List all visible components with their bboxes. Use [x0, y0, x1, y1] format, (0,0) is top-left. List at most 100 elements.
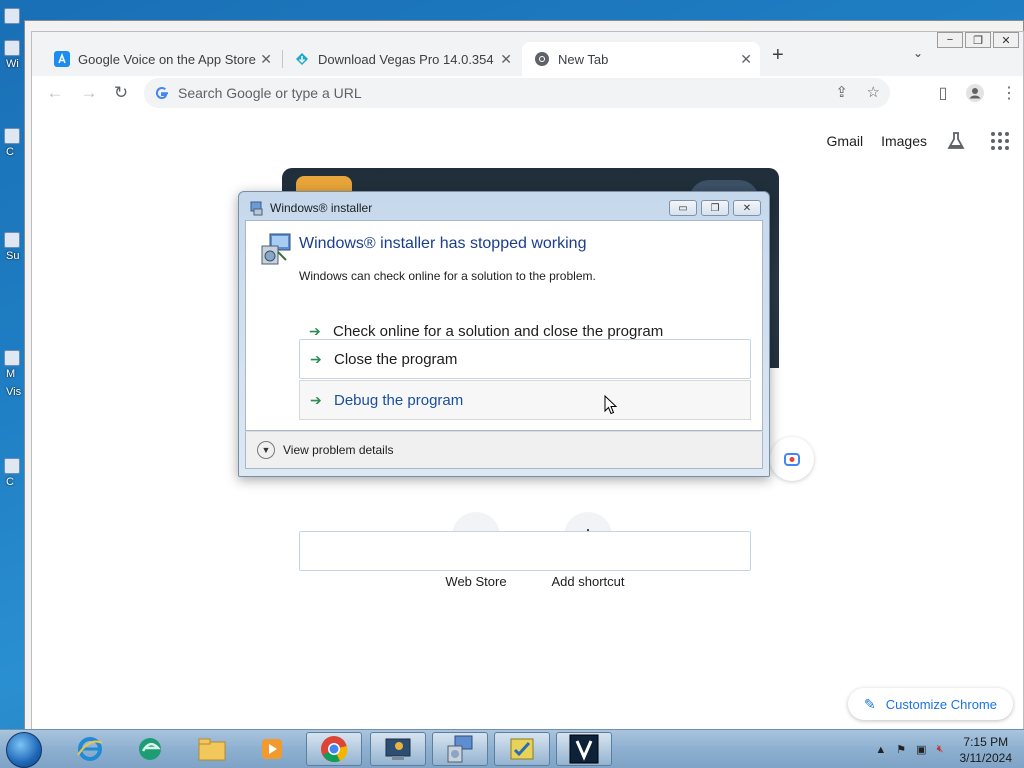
app-store-icon: [54, 51, 70, 67]
command-label: Close the program: [334, 350, 458, 368]
show-hidden-icons-icon[interactable]: ▲: [875, 744, 886, 756]
chrome-icon: [321, 736, 348, 763]
taskbar-internet-explorer[interactable]: [62, 732, 118, 766]
lens-camera-icon[interactable]: [770, 437, 814, 481]
desktop-icon[interactable]: Wi: [4, 40, 24, 70]
clock-date: 3/11/2024: [959, 750, 1013, 765]
tab-title: Download Vegas Pro 14.0.354 fo: [318, 51, 494, 67]
apps-grid-icon[interactable]: [991, 132, 1009, 150]
tab-new-tab[interactable]: New Tab ✕: [522, 42, 760, 76]
command-label: Debug the program: [334, 391, 464, 409]
taskbar-screen-app[interactable]: [370, 732, 426, 766]
tab-strip: Google Voice on the App Store ✕ Download…: [32, 32, 1023, 76]
reload-icon[interactable]: ↻: [110, 82, 132, 104]
omnibox[interactable]: ⇪ ☆: [144, 78, 890, 108]
labs-flask-icon[interactable]: [945, 130, 967, 152]
taskbar-chrome[interactable]: [306, 732, 362, 766]
error-dialog: Windows® installer ▭ ❐ ✕ Windows® instal…: [238, 191, 770, 571]
debug-program-command[interactable]: ➔ Debug the program: [299, 380, 751, 420]
desktop-icon-label: C: [6, 146, 14, 158]
tab-title: New Tab: [558, 51, 609, 67]
customize-chrome-button[interactable]: ✎ Customize Chrome: [848, 688, 1013, 720]
forward-arrow-icon[interactable]: →: [78, 82, 100, 104]
google-g-icon: [156, 87, 168, 100]
omnibox-input[interactable]: [178, 85, 778, 101]
customize-label: Customize Chrome: [885, 696, 997, 712]
checklist-app-icon: [510, 738, 534, 760]
dialog-heading: Windows® installer has stopped working: [299, 235, 587, 252]
close-program-command[interactable]: ➔ Close the program: [299, 339, 751, 379]
desktop-icon[interactable]: C: [4, 128, 24, 158]
internet-explorer-icon: [77, 737, 103, 761]
close-program-command[interactable]: [299, 531, 751, 571]
close-tab-icon[interactable]: ✕: [500, 51, 512, 68]
installer-icon: [261, 233, 291, 265]
desktop-icon[interactable]: [4, 8, 24, 38]
file-explorer-icon: [198, 738, 226, 761]
chevron-down-icon[interactable]: ▼: [257, 441, 275, 459]
pencil-icon: ✎: [864, 695, 876, 712]
installer-icon: [250, 201, 263, 216]
menu-kebab-icon[interactable]: ⋮: [998, 82, 1020, 104]
tab-google-voice[interactable]: Google Voice on the App Store ✕: [42, 42, 280, 76]
chevron-down-icon[interactable]: ⌄: [913, 46, 923, 60]
mouse-cursor-icon: [604, 395, 618, 415]
network-icon[interactable]: ▣: [916, 743, 926, 756]
installer-icon: [447, 735, 473, 763]
close-button[interactable]: ✕: [993, 32, 1019, 48]
taskbar-file-explorer[interactable]: [184, 732, 240, 766]
green-arrow-icon: ➔: [310, 391, 322, 408]
toolbar: ← → ↻ ⇪ ☆ ▯ ⋮: [32, 76, 1023, 110]
side-panel-icon[interactable]: ▯: [932, 82, 954, 104]
minimize-button[interactable]: ▭: [669, 200, 697, 216]
images-link[interactable]: Images: [881, 133, 927, 149]
restore-button[interactable]: ❐: [701, 200, 729, 216]
volume-muted-icon[interactable]: 🔇︎: [937, 743, 944, 756]
gmail-link[interactable]: Gmail: [827, 133, 864, 149]
taskbar: ▲ ⚑ ▣ 🔇︎ 7:15 PM 3/11/2024: [0, 729, 1024, 768]
screen-app-icon: [385, 738, 411, 760]
close-tab-icon[interactable]: ✕: [260, 51, 272, 68]
tab-download-vegas[interactable]: Download Vegas Pro 14.0.354 fo ✕: [282, 42, 520, 76]
desktop-icon[interactable]: C: [4, 458, 24, 488]
edge-icon: [139, 738, 161, 760]
desktop-icon-label: Vis: [6, 386, 22, 398]
green-arrow-icon: ➔: [309, 322, 321, 339]
star-icon[interactable]: ☆: [867, 83, 880, 101]
start-button[interactable]: [6, 732, 42, 768]
dialog-footer: ▼ View problem details: [245, 431, 763, 469]
desktop-icon-label: C: [6, 476, 14, 488]
desktop-icon-label: Su: [6, 250, 20, 262]
desktop-icon[interactable]: Su: [4, 232, 24, 262]
view-details-link[interactable]: View problem details: [283, 443, 394, 457]
taskbar-installer[interactable]: [432, 732, 488, 766]
clock-time: 7:15 PM: [963, 734, 1009, 749]
tab-title: Google Voice on the App Store: [78, 51, 256, 67]
dialog-title: Windows® installer: [270, 201, 373, 215]
taskbar-edge[interactable]: [122, 732, 178, 766]
back-arrow-icon[interactable]: ←: [44, 82, 66, 104]
dialog-titlebar: Windows® installer: [249, 200, 372, 216]
taskbar-checklist-app[interactable]: [494, 732, 550, 766]
command-label: Check online for a solution and close th…: [333, 322, 664, 340]
dialog-subtext: Windows can check online for a solution …: [299, 269, 596, 283]
shortcut-label: Add shortcut: [551, 574, 625, 589]
new-tab-button[interactable]: +: [772, 44, 784, 67]
profile-avatar-icon[interactable]: [964, 82, 986, 104]
shortcut-label: Web Store: [445, 574, 507, 589]
download-site-icon: [294, 51, 310, 67]
clock[interactable]: 7:15 PM 3/11/2024: [960, 734, 1013, 766]
window-controls: − ❐ ✕: [935, 32, 1019, 48]
desktop-icon[interactable]: Vis: [4, 368, 24, 398]
close-tab-icon[interactable]: ✕: [740, 51, 752, 68]
share-icon[interactable]: ⇪: [835, 83, 848, 101]
taskbar-vegas[interactable]: [556, 732, 612, 766]
close-button[interactable]: ✕: [733, 200, 761, 216]
minimize-button[interactable]: −: [937, 32, 963, 48]
taskbar-media-player[interactable]: [244, 732, 300, 766]
restore-button[interactable]: ❐: [965, 32, 991, 48]
green-arrow-icon: ➔: [310, 350, 322, 367]
dialog-window-controls: ▭ ❐ ✕: [665, 200, 761, 216]
chrome-icon: [534, 51, 550, 67]
action-center-flag-icon[interactable]: ⚑: [896, 743, 906, 756]
